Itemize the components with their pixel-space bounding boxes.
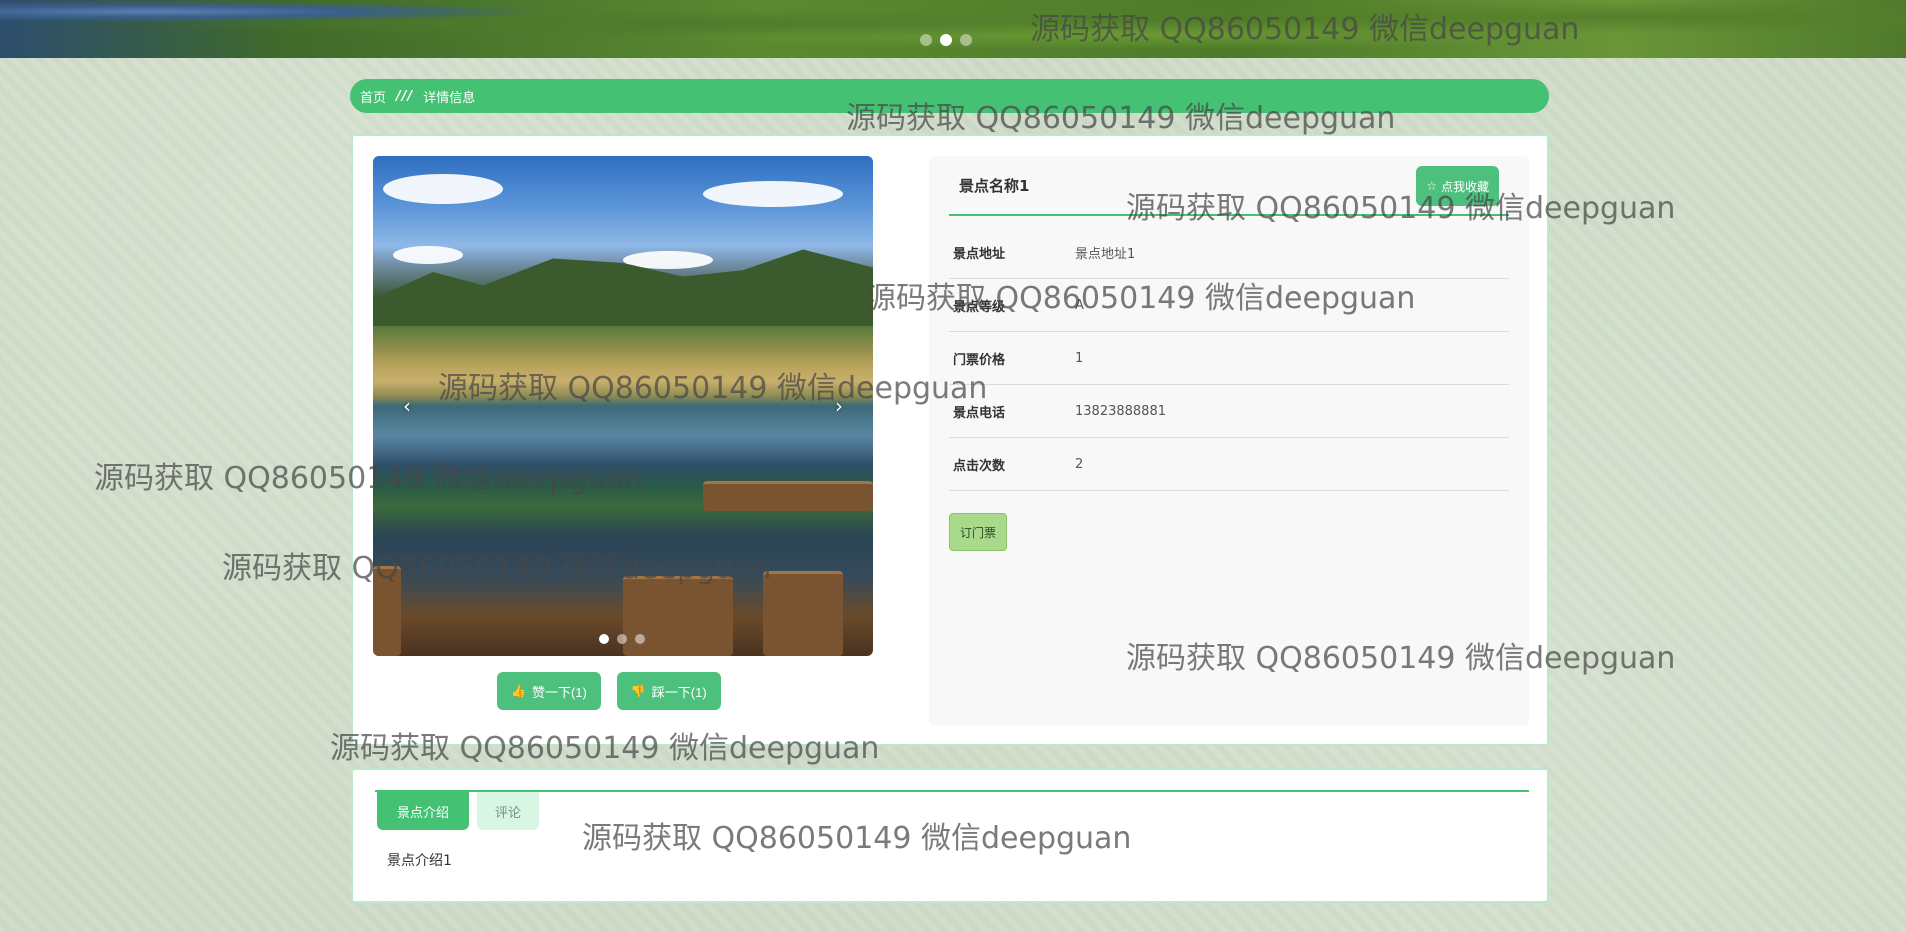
field-row-clicks: 点击次数 2 <box>949 438 1509 491</box>
carousel-dot-1[interactable] <box>599 634 609 644</box>
field-value: A <box>1075 297 1084 313</box>
thumbs-down-icon: 👎 <box>630 684 646 698</box>
banner-indicators <box>920 34 972 46</box>
like-button-label: 赞一下(1) <box>531 684 587 700</box>
field-value: 13823888881 <box>1075 403 1166 419</box>
tab-comments[interactable]: 评论 <box>477 792 540 830</box>
dislike-button-label: 踩一下(1) <box>651 684 707 700</box>
tab-divider <box>375 790 1529 792</box>
boat-shape <box>703 481 873 511</box>
favorite-button-label: 点我收藏 <box>1440 179 1489 194</box>
intro-panel: 景点介绍 评论 景点介绍1 <box>351 768 1549 903</box>
breadcrumb-current: 详情信息 <box>423 90 476 106</box>
cloud-shape <box>393 246 463 264</box>
like-button[interactable]: 👍 赞一下(1) <box>497 672 601 710</box>
boat-shape <box>623 576 733 656</box>
book-ticket-button[interactable]: 订门票 <box>949 513 1008 551</box>
carousel-next-arrow-icon[interactable]: › <box>827 394 851 418</box>
attraction-info: 景点名称1 ☆ 点我收藏 景点地址 景点地址1 景点等级 A 门票价格 1 景点… <box>929 156 1529 726</box>
field-label: 景点地址 <box>953 246 1006 262</box>
field-value: 2 <box>1075 456 1084 472</box>
field-row-address: 景点地址 景点地址1 <box>949 226 1509 279</box>
boat-shape <box>373 566 401 656</box>
cloud-shape <box>703 181 843 207</box>
image-carousel[interactable]: ‹ › <box>373 156 873 656</box>
tab-bar: 景点介绍 评论 <box>377 792 540 830</box>
field-label: 景点等级 <box>953 299 1006 315</box>
carousel-dot-2[interactable] <box>617 634 627 644</box>
tab-introduction[interactable]: 景点介绍 <box>377 792 470 830</box>
field-label: 点击次数 <box>953 458 1006 474</box>
breadcrumb-separator: /// <box>396 88 414 104</box>
field-label: 景点电话 <box>953 405 1006 421</box>
dislike-button[interactable]: 👎 踩一下(1) <box>616 672 721 710</box>
vote-row: 👍 赞一下(1) 👎 踩一下(1) <box>497 672 721 710</box>
carousel-dot-3[interactable] <box>635 634 645 644</box>
carousel-prev-arrow-icon[interactable]: ‹ <box>395 394 419 418</box>
field-value: 景点地址1 <box>1075 246 1136 262</box>
cloud-shape <box>383 174 503 204</box>
top-banner <box>0 0 1906 58</box>
carousel-indicators <box>599 634 645 644</box>
banner-dot-2[interactable] <box>940 34 952 46</box>
breadcrumb: 首页 /// 详情信息 <box>350 79 1549 113</box>
banner-dot-1[interactable] <box>920 34 932 46</box>
breadcrumb-home-link[interactable]: 首页 <box>360 87 386 106</box>
banner-dot-3[interactable] <box>960 34 972 46</box>
field-row-phone: 景点电话 13823888881 <box>949 385 1509 438</box>
field-row-level: 景点等级 A <box>949 279 1509 332</box>
field-label: 门票价格 <box>953 352 1006 368</box>
favorite-button[interactable]: ☆ 点我收藏 <box>1416 166 1499 206</box>
field-value: 1 <box>1075 350 1084 366</box>
thumbs-up-icon: 👍 <box>511 684 526 698</box>
boat-shape <box>763 571 843 656</box>
detail-panel: ‹ › 👍 赞一下(1) 👎 踩一下(1) 景点名称1 ☆ 点我收藏 景点地址 … <box>351 134 1549 746</box>
intro-content: 景点介绍1 <box>387 853 452 869</box>
field-row-price: 门票价格 1 <box>949 332 1509 385</box>
star-icon: ☆ <box>1426 179 1437 193</box>
